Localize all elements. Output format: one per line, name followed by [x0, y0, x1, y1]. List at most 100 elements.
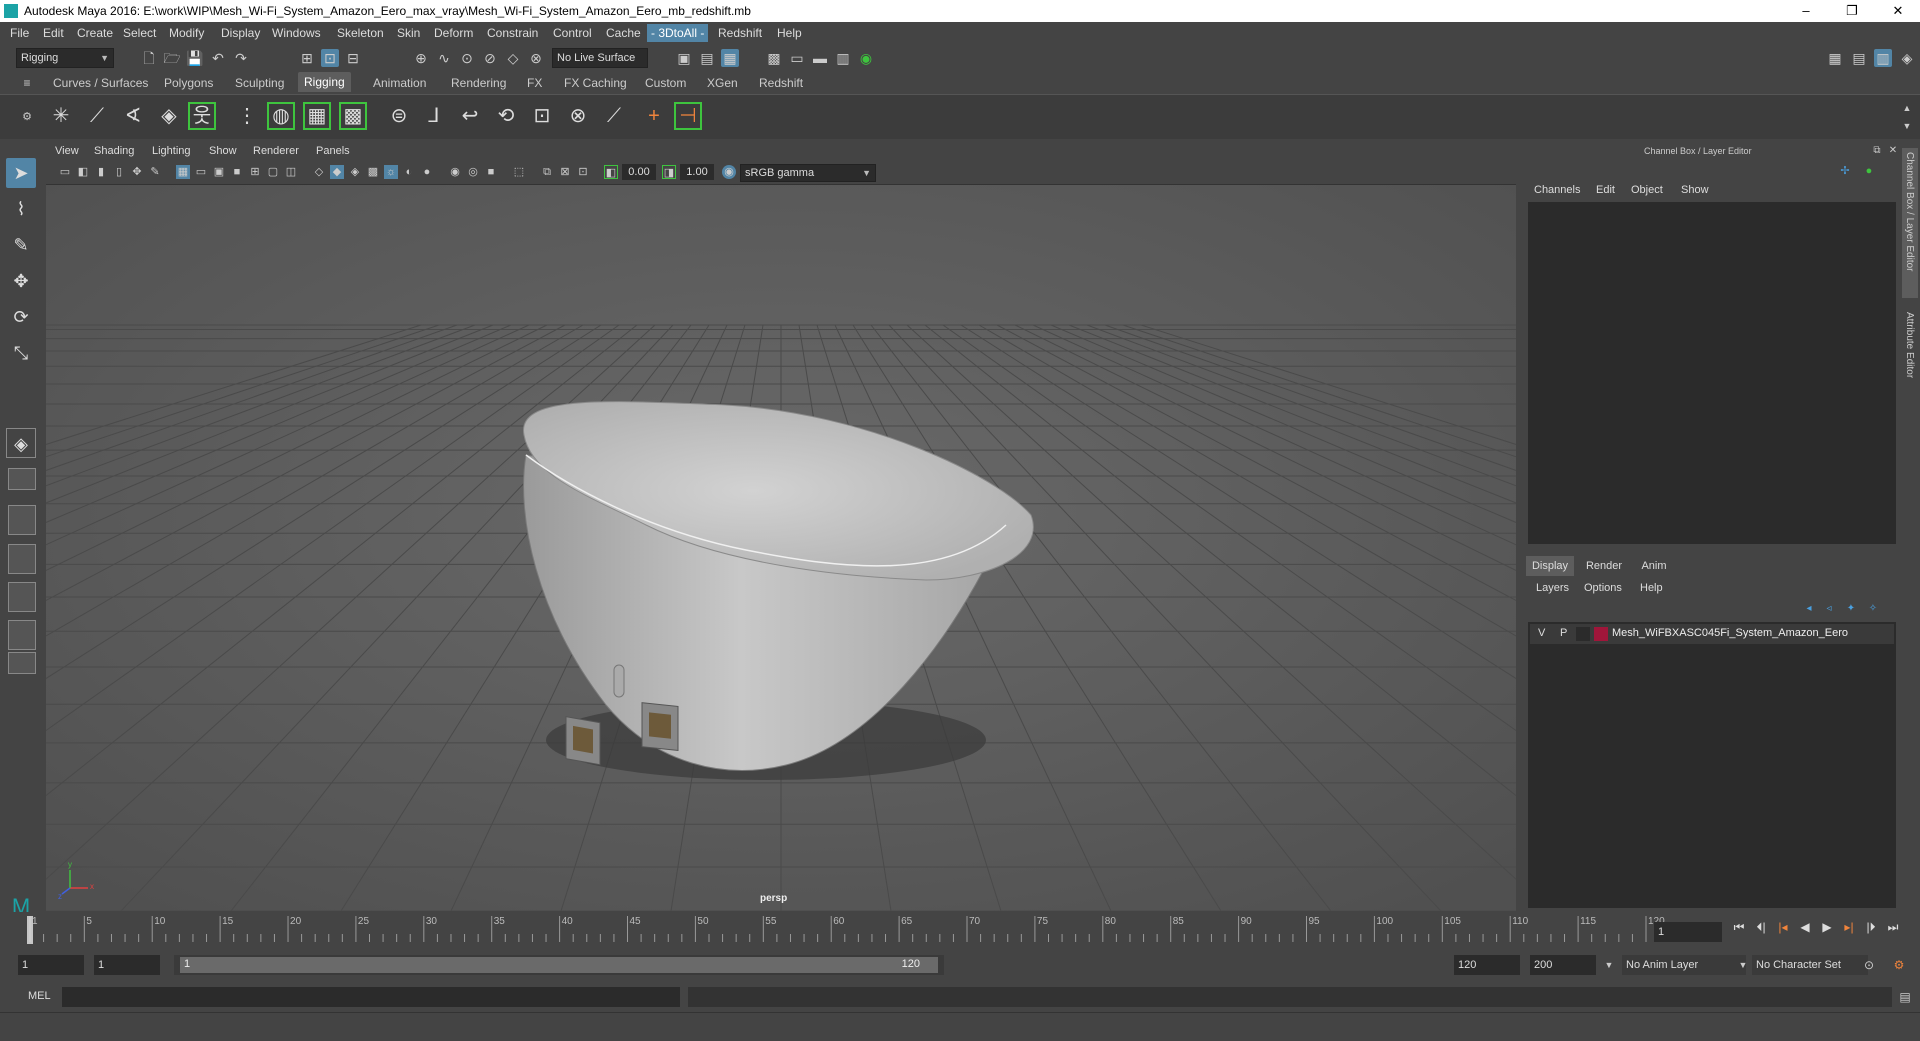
menu-redshift[interactable]: Redshift	[718, 26, 762, 40]
select-by-hierarchy-icon[interactable]: ⊞	[298, 49, 316, 67]
bind-skin-icon[interactable]: ⋮	[233, 102, 261, 130]
current-frame-field[interactable]: 1	[1654, 922, 1722, 942]
wireframe-on-shaded-icon[interactable]: ◈	[348, 165, 362, 179]
snap-curve-icon[interactable]: ∿	[435, 49, 453, 67]
gamma-icon[interactable]: ◨	[662, 165, 676, 179]
output-ops-icon[interactable]: ▤	[698, 49, 716, 67]
field-chart-icon[interactable]: ⊞	[248, 165, 262, 179]
select-tool-icon[interactable]: ➤	[6, 158, 36, 188]
range-slider[interactable]: 1 120	[174, 955, 944, 975]
render-frame-icon[interactable]: ▭	[788, 49, 806, 67]
outliner-persp-layout-icon[interactable]	[8, 620, 36, 650]
color-management-icon[interactable]: ◉	[722, 165, 736, 179]
layer-visibility-toggle[interactable]: V	[1538, 627, 1545, 639]
new-empty-layer-icon[interactable]: ✦	[1842, 600, 1860, 618]
resolution-gate-icon[interactable]: ▣	[212, 165, 226, 179]
xray-joints-icon[interactable]: ⊠	[558, 165, 572, 179]
new-scene-icon[interactable]: 🗋	[140, 49, 158, 67]
toggle-tool-settings-icon[interactable]: ◈	[1898, 49, 1916, 67]
depth-of-field-icon[interactable]: ■	[484, 165, 498, 179]
shelf-tab-fx[interactable]: FX	[527, 76, 542, 90]
script-language-label[interactable]: MEL	[28, 990, 51, 1002]
gate-mask-icon[interactable]: ■	[230, 165, 244, 179]
go-to-end-icon[interactable]: ⏭	[1884, 918, 1902, 936]
live-surface-field[interactable]: No Live Surface	[552, 48, 648, 68]
save-scene-icon[interactable]: 💾	[186, 49, 204, 67]
shelf-tab-rigging[interactable]: Rigging	[298, 72, 351, 92]
film-gate-icon[interactable]: ▭	[194, 165, 208, 179]
toggle-channel-box-icon[interactable]: ▥	[1874, 49, 1892, 67]
character-set-dropdown[interactable]: No Character Set	[1752, 955, 1868, 975]
exposure-icon[interactable]: ◧	[604, 165, 618, 179]
shelf-tab-redshift[interactable]: Redshift	[759, 76, 803, 90]
cluster-icon[interactable]: ⊜	[385, 102, 413, 130]
isolate-select-icon[interactable]: ⬚	[512, 165, 526, 179]
construction-history-icon[interactable]: ▦	[721, 49, 739, 67]
persp-graph-hypergraph-layout-icon[interactable]	[8, 582, 36, 612]
menu-deform[interactable]: Deform	[434, 26, 473, 40]
undo-icon[interactable]: ↶	[209, 49, 227, 67]
layer-tab-anim[interactable]: Anim	[1632, 556, 1676, 576]
chevron-down-icon[interactable]: ▼	[1734, 956, 1752, 974]
shelf-scroll-down-icon[interactable]: ▼	[1898, 117, 1916, 135]
xray-components-icon[interactable]: ⊡	[576, 165, 590, 179]
channel-menu-show[interactable]: Show	[1681, 184, 1709, 196]
animation-preferences-icon[interactable]: ⚙	[1890, 956, 1908, 974]
play-backwards-icon[interactable]: ◀	[1796, 918, 1814, 936]
viewport-menu-shading[interactable]: Shading	[94, 145, 134, 157]
minimize-button[interactable]: –	[1784, 0, 1828, 22]
anti-aliasing-icon[interactable]: ◎	[466, 165, 480, 179]
menu-file[interactable]: File	[10, 26, 29, 40]
scale-constraint-icon[interactable]: ⊡	[528, 102, 556, 130]
viewport-persp[interactable]: x y z persp	[46, 185, 1516, 911]
hypershade-icon[interactable]: ◉	[857, 49, 875, 67]
render-settings-icon[interactable]: ▥	[834, 49, 852, 67]
custom-layout-icon[interactable]	[8, 652, 36, 674]
wireframe-icon[interactable]: ◇	[312, 165, 326, 179]
viewport-menu-lighting[interactable]: Lighting	[152, 145, 191, 157]
step-back-key-icon[interactable]: |◂	[1774, 918, 1792, 936]
create-control-icon[interactable]: ⊣	[674, 102, 702, 130]
shelf-tab-rendering[interactable]: Rendering	[451, 76, 506, 90]
channel-menu-channels[interactable]: Channels	[1534, 184, 1580, 196]
anim-layer-dropdown[interactable]: No Anim Layer	[1622, 955, 1746, 975]
maximize-button[interactable]: ❐	[1830, 0, 1874, 22]
close-button[interactable]: ✕	[1876, 0, 1920, 22]
point-constraint-icon[interactable]: ↩	[456, 102, 484, 130]
bookmark-icon[interactable]: ▮	[94, 165, 108, 179]
image-plane-icon[interactable]: ▯	[112, 165, 126, 179]
time-slider[interactable]: 1 5 10 15 20 25 30 35 40 45 50 55 60 65 70 75 80 85 90 95 10…	[0, 912, 1920, 948]
channel-list[interactable]	[1528, 202, 1896, 544]
menu-display[interactable]: Display	[221, 26, 260, 40]
new-layer-selected-icon[interactable]: ✧	[1864, 600, 1882, 618]
range-slider-handle[interactable]: 1 120	[180, 957, 938, 973]
grid-toggle-icon[interactable]: ▦	[176, 165, 190, 179]
layer-type-toggle[interactable]	[1576, 627, 1590, 641]
shelf-tab-animation[interactable]: Animation	[373, 76, 426, 90]
shelf-options-icon[interactable]: ⚙	[18, 108, 36, 126]
command-input[interactable]	[62, 987, 680, 1007]
ik-handle-icon[interactable]: ⟋	[83, 102, 111, 130]
menu-control[interactable]: Control	[553, 26, 592, 40]
lasso-tool-icon[interactable]: ⌇	[6, 194, 36, 224]
layer-menu-layers[interactable]: Layers	[1536, 582, 1569, 594]
quick-rig-icon[interactable]: 웃	[188, 102, 216, 130]
mirror-joint-icon[interactable]: ◈	[155, 102, 183, 130]
menu-modify[interactable]: Modify	[169, 26, 204, 40]
textured-icon[interactable]: ▩	[366, 165, 380, 179]
smooth-bind-icon[interactable]: ◍	[267, 102, 295, 130]
layer-menu-options[interactable]: Options	[1584, 582, 1622, 594]
paint-weights-icon[interactable]: ▦	[303, 102, 331, 130]
menu-set-dropdown[interactable]: Rigging ▼	[16, 48, 114, 68]
xray-icon[interactable]: ⧉	[540, 165, 554, 179]
ipr-render-icon[interactable]: ▬	[811, 49, 829, 67]
menu-create[interactable]: Create	[77, 26, 113, 40]
smooth-shade-icon[interactable]: ◆	[330, 165, 344, 179]
aim-constraint-icon[interactable]: ⟲	[492, 102, 520, 130]
playback-start-field[interactable]: 1	[94, 955, 160, 975]
select-by-component-icon[interactable]: ⊟	[344, 49, 362, 67]
menu-skin[interactable]: Skin	[397, 26, 420, 40]
snap-point-icon[interactable]: ⊙	[458, 49, 476, 67]
use-all-lights-icon[interactable]: ☼	[384, 165, 398, 179]
step-forward-key-icon[interactable]: ▸|	[1840, 918, 1858, 936]
